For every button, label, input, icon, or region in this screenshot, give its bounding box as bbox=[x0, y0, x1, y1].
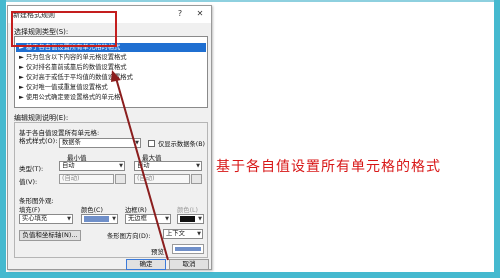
arrow-head bbox=[111, 70, 121, 82]
annotation-text: 基于各自值设置所有单元格的格式 bbox=[216, 159, 441, 175]
arrow-line bbox=[115, 77, 169, 261]
pointer-arrow bbox=[111, 70, 169, 261]
